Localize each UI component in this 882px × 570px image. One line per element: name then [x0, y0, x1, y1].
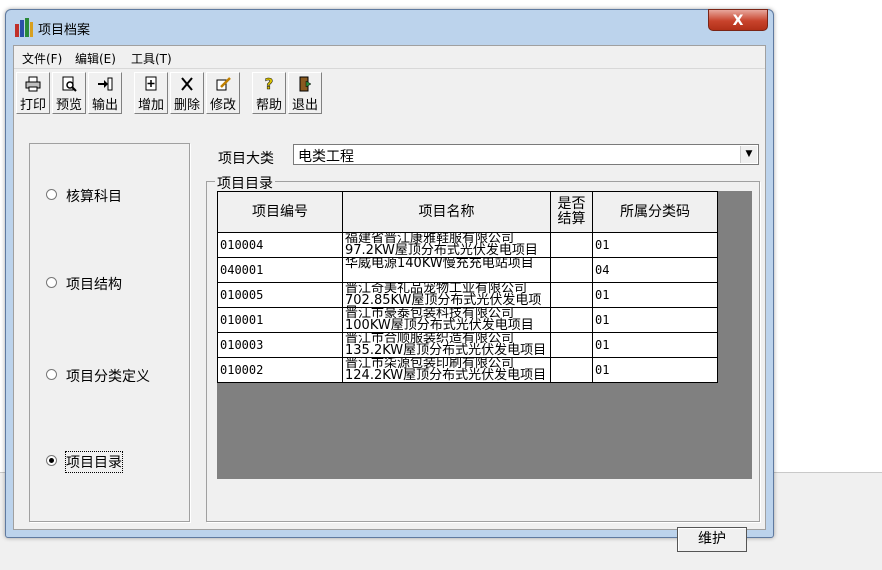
table-row[interactable]: 040001 华威电源140KW慢充充电站项目 04	[217, 257, 718, 283]
cell-name-container: 福建省晋江康雅鞋服有限公司97.2KW屋顶分布式光伏发电项目	[342, 232, 551, 258]
radio-button[interactable]	[46, 189, 57, 200]
export-button[interactable]: 输出	[88, 72, 122, 114]
menu-edit[interactable]: 编辑(E)	[75, 50, 116, 67]
edit-button[interactable]: 修改	[206, 72, 240, 114]
edit-label: 修改	[209, 98, 236, 113]
cell-class-code: 01	[592, 332, 718, 358]
menu-bar: 文件(F) 编辑(E) 工具(T)	[14, 46, 765, 69]
print-label: 打印	[19, 98, 46, 113]
help-label: 帮助	[255, 98, 282, 113]
export-label: 输出	[91, 98, 118, 113]
cell-name: 福建省晋江康雅鞋服有限公司97.2KW屋顶分布式光伏发电项目	[345, 233, 538, 257]
cell-settled	[550, 307, 593, 333]
cell-settled	[550, 257, 593, 283]
dropdown-arrow-icon[interactable]: ▼	[740, 146, 757, 163]
option-label: 项目结构	[66, 277, 122, 293]
delete-icon	[181, 77, 193, 91]
menu-tools[interactable]: 工具(T)	[131, 50, 172, 67]
window-title: 项目档案	[38, 23, 91, 38]
delete-button[interactable]: 删除	[170, 72, 204, 114]
cell-settled	[550, 357, 593, 383]
add-label: 增加	[137, 98, 164, 113]
radio-button[interactable]	[46, 277, 57, 288]
radio-button-selected[interactable]	[46, 455, 57, 466]
category-value: 电类工程	[298, 149, 354, 165]
cell-name-container: 晋江市柒源包装印刷有限公司124.2KW屋顶分布式光伏发电项目	[342, 357, 551, 383]
category-dropdown[interactable]: 电类工程 ▼	[293, 144, 759, 165]
cell-name-container: 晋江市豪泰包装科技有限公司100KW屋顶分布式光伏发电项目	[342, 307, 551, 333]
add-button[interactable]: 增加	[134, 72, 168, 114]
column-header-settled[interactable]: 是否 结算	[550, 191, 593, 233]
cell-name: 华威电源140KW慢充充电站项目	[345, 258, 534, 271]
table-row[interactable]: 010004 福建省晋江康雅鞋服有限公司97.2KW屋顶分布式光伏发电项目 01	[217, 232, 718, 258]
cell-code: 010003	[217, 332, 343, 358]
maintain-button[interactable]: 维护	[677, 527, 747, 552]
exit-button[interactable]: 退出	[288, 72, 322, 114]
exit-label: 退出	[291, 98, 318, 113]
cell-class-code: 01	[592, 282, 718, 308]
table-row[interactable]: 010003 晋江市合顺服装织造有限公司135.2KW屋顶分布式光伏发电项目 0…	[217, 332, 718, 358]
option-panel: 核算科目 项目结构 项目分类定义 项目目录	[29, 143, 190, 522]
help-button[interactable]: ? 帮助	[252, 72, 286, 114]
table-row[interactable]: 010002 晋江市柒源包装印刷有限公司124.2KW屋顶分布式光伏发电项目 0…	[217, 357, 718, 383]
catalog-table: 项目编号 项目名称 是否 结算 所属分类码 010004 福建省晋江康雅鞋服有限…	[217, 191, 718, 383]
cell-class-code: 01	[592, 357, 718, 383]
column-header-name[interactable]: 项目名称	[342, 191, 551, 233]
cell-name: 晋江奇美礼品宠物工业有限公司702.85KW屋顶分布式光伏发电项目	[345, 283, 542, 307]
cell-name: 晋江市合顺服装织造有限公司135.2KW屋顶分布式光伏发电项目	[345, 333, 547, 357]
cell-settled	[550, 232, 593, 258]
exit-icon	[299, 76, 312, 92]
cell-code: 040001	[217, 257, 343, 283]
option-label: 项目分类定义	[66, 369, 150, 385]
preview-button[interactable]: 预览	[52, 72, 86, 114]
cell-name: 晋江市柒源包装印刷有限公司124.2KW屋顶分布式光伏发电项目	[345, 358, 547, 382]
column-header-class-code[interactable]: 所属分类码	[592, 191, 718, 233]
cell-name: 晋江市豪泰包装科技有限公司100KW屋顶分布式光伏发电项目	[345, 308, 534, 332]
catalog-panel: 项目大类 电类工程 ▼ 项目目录 项目编号 项目名称 是否 结算 所属分类码 0…	[205, 143, 761, 552]
cell-code: 010001	[217, 307, 343, 333]
category-label: 项目大类	[218, 151, 274, 167]
window-client-area: 文件(F) 编辑(E) 工具(T) 打印 预览 输出 增加 删除 修改 ? 帮助…	[13, 45, 766, 552]
catalog-group-title: 项目目录	[215, 173, 275, 193]
close-button[interactable]: X	[708, 9, 768, 31]
preview-icon	[62, 76, 77, 92]
project-archive-window: 项目档案 X 文件(F) 编辑(E) 工具(T) 打印 预览 输出 增加 删除 …	[5, 9, 774, 552]
cell-name-container: 晋江奇美礼品宠物工业有限公司702.85KW屋顶分布式光伏发电项目	[342, 282, 551, 308]
cell-settled	[550, 332, 593, 358]
cell-code: 010004	[217, 232, 343, 258]
table-row[interactable]: 010005 晋江奇美礼品宠物工业有限公司702.85KW屋顶分布式光伏发电项目…	[217, 282, 718, 308]
radio-button[interactable]	[46, 369, 57, 380]
preview-label: 预览	[55, 98, 82, 113]
option-label: 核算科目	[66, 189, 122, 205]
option-label: 项目目录	[65, 451, 123, 473]
cell-name-container: 晋江市合顺服装织造有限公司135.2KW屋顶分布式光伏发电项目	[342, 332, 551, 358]
column-header-code[interactable]: 项目编号	[217, 191, 343, 233]
cell-name-container: 华威电源140KW慢充充电站项目	[342, 257, 551, 283]
edit-icon	[216, 77, 231, 91]
print-button[interactable]: 打印	[16, 72, 50, 114]
toolbar: 打印 预览 输出 增加 删除 修改 ? 帮助 退出	[14, 70, 765, 118]
add-icon	[145, 76, 157, 91]
printer-icon	[25, 76, 41, 92]
cell-class-code: 01	[592, 307, 718, 333]
cell-class-code: 01	[592, 232, 718, 258]
help-icon: ?	[264, 76, 274, 92]
cell-code: 010002	[217, 357, 343, 383]
delete-label: 删除	[173, 98, 200, 113]
title-bar[interactable]: 项目档案 X	[6, 9, 773, 44]
catalog-group: 项目目录 项目编号 项目名称 是否 结算 所属分类码 010004 福建省晋江康…	[206, 173, 760, 552]
cell-code: 010005	[217, 282, 343, 308]
cell-settled	[550, 282, 593, 308]
cell-class-code: 04	[592, 257, 718, 283]
catalog-grid[interactable]: 项目编号 项目名称 是否 结算 所属分类码 010004 福建省晋江康雅鞋服有限…	[217, 191, 752, 479]
table-row[interactable]: 010001 晋江市豪泰包装科技有限公司100KW屋顶分布式光伏发电项目 01	[217, 307, 718, 333]
menu-file[interactable]: 文件(F)	[22, 50, 62, 67]
app-books-icon	[15, 18, 33, 37]
svg-text:?: ?	[265, 76, 274, 92]
export-icon	[98, 77, 113, 91]
